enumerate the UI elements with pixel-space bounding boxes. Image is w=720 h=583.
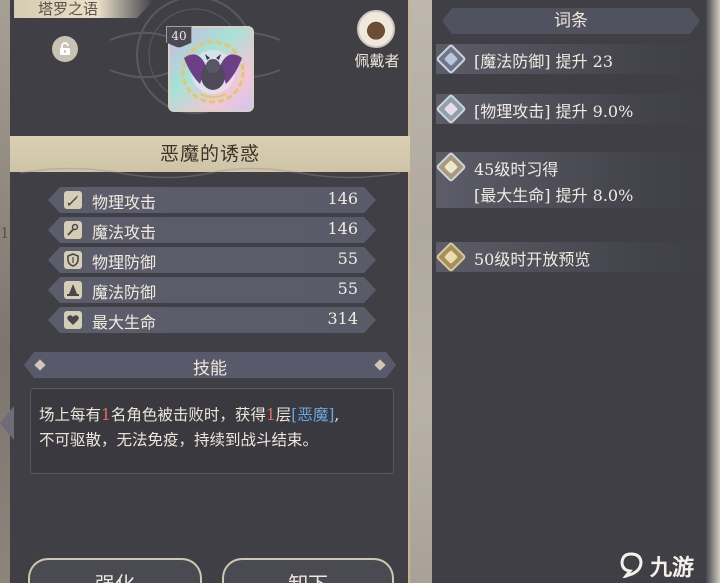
skill-desc-tag[interactable]: [恶魔] (291, 406, 334, 424)
background-gap (410, 0, 432, 583)
stat-value: 55 (337, 279, 358, 298)
wand-icon (64, 221, 82, 239)
skill-desc-part: 场上每有 (39, 406, 102, 424)
stat-value: 146 (327, 219, 358, 238)
stat-value: 55 (337, 249, 358, 268)
entry-text: 50级时开放预览 (474, 250, 591, 269)
sword-icon (64, 191, 82, 209)
entry-unlock-level: 45级时习得 (474, 160, 559, 179)
skill-desc-line2: 不可驱散，无法免疫，持续到战斗结束。 (39, 431, 319, 449)
lock-button[interactable] (52, 36, 78, 62)
stat-value: 314 (327, 309, 358, 328)
nine-game-logo-icon (620, 552, 643, 578)
entries-panel (432, 0, 706, 583)
stat-row-physical-defense: 物理防御 55 (48, 247, 376, 273)
skill-title: 技能 (193, 359, 227, 379)
watermark-text: 九游 (650, 556, 695, 581)
entry-text: [最大生命] 提升 8.0% (474, 186, 634, 205)
wizard-hat-icon (64, 281, 82, 299)
entry-magic-defense: [魔法防御] 提升 23 (435, 43, 706, 75)
stat-name: 魔法攻击 (92, 223, 157, 242)
skill-desc-number: 1 (101, 406, 111, 424)
stat-row-magic-attack: 魔法攻击 146 (48, 217, 376, 243)
side-marker: 1 (0, 224, 10, 242)
stat-name: 物理攻击 (92, 193, 157, 212)
enhance-button[interactable]: 强化 (28, 558, 202, 583)
skill-desc-number: 1 (265, 406, 276, 424)
unlock-icon (60, 42, 70, 55)
skill-desc-part: 名角色被击败时，获得 (110, 406, 266, 424)
entry-preview[interactable]: 50级时开放预览 (435, 241, 706, 273)
watermark: 九游 (618, 550, 718, 581)
stat-name: 物理防御 (92, 253, 157, 272)
stat-row-magic-defense: 魔法防御 55 (48, 277, 376, 303)
entry-max-hp: 45级时习得 [最大生命] 提升 8.0% (435, 151, 706, 208)
blue-gem-icon (435, 43, 467, 75)
skill-desc-part: , (334, 406, 340, 424)
stat-name: 魔法防御 (92, 283, 157, 302)
yellow-gem-icon (435, 151, 467, 183)
panel-title: 塔罗之语 (14, 0, 154, 18)
background-left (0, 0, 10, 583)
heart-icon (64, 311, 82, 329)
skill-desc-part: 层 (275, 406, 292, 424)
stat-name: 最大生命 (92, 313, 157, 332)
skill-header: 技能 (24, 352, 396, 378)
stat-row-physical-attack: 物理攻击 146 (48, 187, 376, 213)
background-right-edge (706, 0, 720, 583)
stat-value: 146 (327, 189, 358, 208)
teal-gem-icon (435, 93, 467, 125)
gold-gem-icon (435, 241, 467, 273)
entry-physical-attack: [物理攻击] 提升 9.0% (435, 93, 706, 125)
banner-ornament (19, 167, 401, 179)
entry-text: [魔法防御] 提升 23 (474, 52, 614, 71)
entries-header: 词条 (442, 8, 700, 34)
wearer-label: 佩戴者 (354, 52, 400, 70)
entry-text: [物理攻击] 提升 9.0% (474, 102, 634, 121)
unequip-button[interactable]: 卸下 (222, 558, 394, 583)
shield-icon (64, 251, 82, 269)
stat-row-max-hp: 最大生命 314 (48, 307, 376, 333)
wearer-avatar[interactable] (357, 10, 395, 48)
skill-description: 场上每有1名角色被击败时，获得1层[恶魔], 不可驱散，无法免疫，持续到战斗结束… (30, 388, 394, 474)
